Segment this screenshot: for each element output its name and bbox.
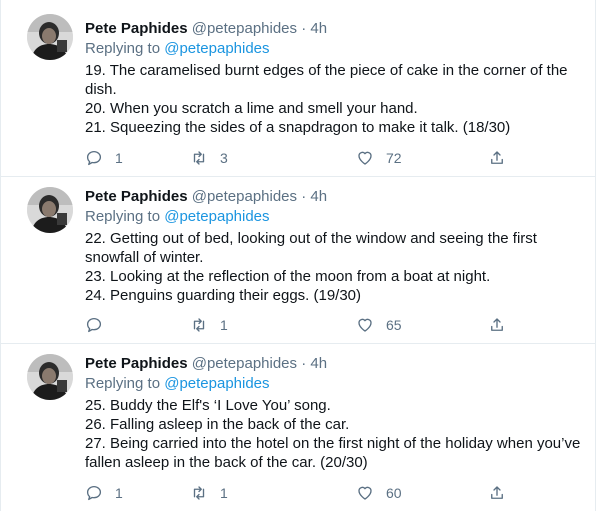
tweet-line: 27. Being carried into the hotel on the … bbox=[85, 435, 585, 471]
replying-to-label: Replying to bbox=[85, 375, 165, 392]
tweet-line: 19. The caramelised burnt edges of the p… bbox=[85, 62, 572, 98]
tweet-actions: 1 3 72 bbox=[85, 147, 515, 171]
replying-to-label: Replying to bbox=[85, 40, 165, 57]
tweet[interactable]: Pete Paphides @petepaphides · 4h Replyin… bbox=[1, 344, 595, 511]
replying-to-label: Replying to bbox=[85, 208, 165, 225]
replying-to: Replying to @petepaphides bbox=[85, 207, 270, 227]
share-button[interactable] bbox=[488, 147, 518, 169]
retweet-count: 3 bbox=[220, 150, 228, 166]
reply-button[interactable]: 1 bbox=[85, 482, 123, 504]
like-count: 60 bbox=[386, 485, 402, 501]
separator: · bbox=[301, 355, 307, 372]
reply-count: 1 bbox=[115, 485, 123, 501]
author-handle[interactable]: @petepaphides bbox=[192, 20, 297, 37]
share-icon bbox=[491, 151, 503, 164]
separator: · bbox=[301, 20, 307, 37]
like-button[interactable]: 72 bbox=[356, 147, 402, 169]
tweet[interactable]: Pete Paphides @petepaphides · 4h Replyin… bbox=[1, 0, 595, 177]
replying-to: Replying to @petepaphides bbox=[85, 374, 270, 394]
timestamp[interactable]: 4h bbox=[310, 355, 327, 372]
tweet-line: 22. Getting out of bed, looking out of t… bbox=[85, 230, 542, 266]
reply-icon bbox=[86, 485, 102, 501]
timeline: Pete Paphides @petepaphides · 4h Replyin… bbox=[0, 0, 596, 511]
author-name[interactable]: Pete Paphides bbox=[85, 188, 188, 205]
avatar[interactable] bbox=[27, 187, 73, 233]
reply-button[interactable]: 1 bbox=[85, 147, 123, 169]
tweet-line: 21. Squeezing the sides of a snapdragon … bbox=[85, 119, 511, 136]
like-count: 72 bbox=[386, 150, 402, 166]
like-icon bbox=[358, 318, 372, 332]
tweet-actions: 1 65 bbox=[85, 314, 515, 338]
reply-button[interactable] bbox=[85, 314, 115, 336]
share-button[interactable] bbox=[488, 314, 518, 336]
retweet-button[interactable]: 1 bbox=[190, 314, 228, 336]
share-icon bbox=[491, 318, 503, 331]
like-icon bbox=[358, 151, 372, 165]
mention-link[interactable]: @petepaphides bbox=[164, 208, 269, 225]
avatar-photo bbox=[27, 187, 73, 233]
like-button[interactable]: 65 bbox=[356, 314, 402, 336]
tweet-text: 22. Getting out of bed, looking out of t… bbox=[85, 229, 585, 305]
share-button[interactable] bbox=[488, 482, 518, 504]
retweet-button[interactable]: 3 bbox=[190, 147, 228, 169]
tweet-actions: 1 1 60 bbox=[85, 482, 515, 506]
avatar[interactable] bbox=[27, 354, 73, 400]
author-handle[interactable]: @petepaphides bbox=[192, 188, 297, 205]
tweet-line: 23. Looking at the reflection of the moo… bbox=[85, 268, 491, 285]
separator: · bbox=[301, 188, 307, 205]
mention-link[interactable]: @petepaphides bbox=[164, 375, 269, 392]
retweet-button[interactable]: 1 bbox=[190, 482, 228, 504]
avatar[interactable] bbox=[27, 14, 73, 60]
avatar-photo bbox=[27, 14, 73, 60]
author-name[interactable]: Pete Paphides bbox=[85, 355, 188, 372]
mention-link[interactable]: @petepaphides bbox=[164, 40, 269, 57]
share-icon bbox=[491, 486, 503, 499]
like-count: 65 bbox=[386, 317, 402, 333]
tweet-text: 19. The caramelised burnt edges of the p… bbox=[85, 61, 585, 137]
tweet-line: 24. Penguins guarding their eggs. (19/30… bbox=[85, 287, 362, 304]
timestamp[interactable]: 4h bbox=[310, 188, 327, 205]
like-icon bbox=[358, 486, 372, 500]
avatar-photo bbox=[27, 354, 73, 400]
author-name[interactable]: Pete Paphides bbox=[85, 20, 188, 37]
retweet-icon bbox=[193, 318, 205, 332]
timestamp[interactable]: 4h bbox=[310, 20, 327, 37]
tweet-line: 26. Falling asleep in the back of the ca… bbox=[85, 416, 350, 433]
replying-to: Replying to @petepaphides bbox=[85, 39, 270, 59]
reply-count: 1 bbox=[115, 150, 123, 166]
like-button[interactable]: 60 bbox=[356, 482, 402, 504]
retweet-count: 1 bbox=[220, 485, 228, 501]
tweet-line: 20. When you scratch a lime and smell yo… bbox=[85, 100, 418, 117]
reply-icon bbox=[86, 150, 102, 166]
retweet-count: 1 bbox=[220, 317, 228, 333]
reply-icon bbox=[86, 317, 102, 333]
tweet[interactable]: Pete Paphides @petepaphides · 4h Replyin… bbox=[1, 177, 595, 344]
retweet-icon bbox=[193, 151, 205, 165]
tweet-line: 25. Buddy the Elf's ‘I Love You’ song. bbox=[85, 397, 331, 414]
author-handle[interactable]: @petepaphides bbox=[192, 355, 297, 372]
tweet-text: 25. Buddy the Elf's ‘I Love You’ song. 2… bbox=[85, 396, 585, 472]
retweet-icon bbox=[193, 486, 205, 500]
